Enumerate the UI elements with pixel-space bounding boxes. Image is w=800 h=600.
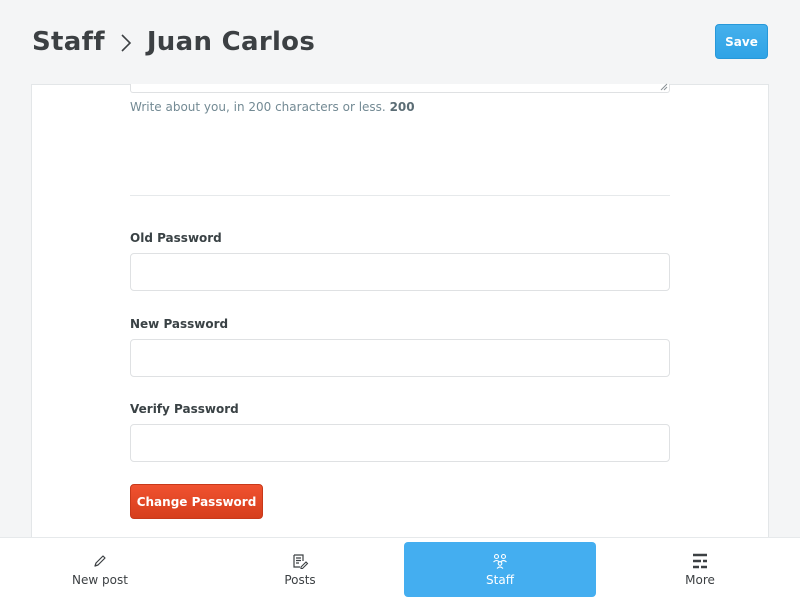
save-button[interactable]: Save bbox=[715, 24, 768, 59]
verify-password-label: Verify Password bbox=[130, 402, 239, 416]
menu-icon bbox=[691, 552, 709, 570]
new-password-label: New Password bbox=[130, 317, 229, 331]
document-icon bbox=[291, 552, 309, 570]
pencil-icon bbox=[91, 552, 109, 570]
bio-hint-text: Write about you, in 200 characters or le… bbox=[130, 100, 386, 114]
page-header: Staff Juan Carlos Save bbox=[0, 0, 800, 84]
nav-item-posts[interactable]: Posts bbox=[204, 542, 396, 597]
nav-label: Staff bbox=[486, 573, 514, 587]
verify-password-input[interactable] bbox=[130, 424, 670, 462]
bio-hint: Write about you, in 200 characters or le… bbox=[130, 100, 415, 114]
team-icon bbox=[491, 552, 509, 570]
nav-item-new-post[interactable]: New post bbox=[4, 542, 196, 597]
nav-item-more[interactable]: More bbox=[604, 542, 796, 597]
new-password-input[interactable] bbox=[130, 339, 670, 377]
old-password-label: Old Password bbox=[130, 231, 222, 245]
resize-handle-icon[interactable] bbox=[660, 83, 668, 91]
nav-label: More bbox=[685, 573, 715, 587]
page-title: Juan Carlos bbox=[146, 27, 316, 57]
nav-label: Posts bbox=[284, 573, 316, 587]
nav-item-staff[interactable]: Staff bbox=[404, 542, 596, 597]
staff-settings-card bbox=[31, 84, 769, 544]
bottom-nav: New post Posts Staff More bbox=[0, 537, 800, 600]
change-password-button[interactable]: Change Password bbox=[130, 484, 263, 519]
breadcrumb: Staff Juan Carlos bbox=[32, 22, 315, 62]
section-divider bbox=[130, 195, 670, 196]
breadcrumb-staff-link[interactable]: Staff bbox=[32, 27, 105, 57]
chevron-right-icon bbox=[115, 31, 137, 53]
bio-char-count: 200 bbox=[389, 100, 415, 114]
bio-textarea[interactable] bbox=[130, 83, 670, 93]
nav-label: New post bbox=[72, 573, 128, 587]
old-password-input[interactable] bbox=[130, 253, 670, 291]
